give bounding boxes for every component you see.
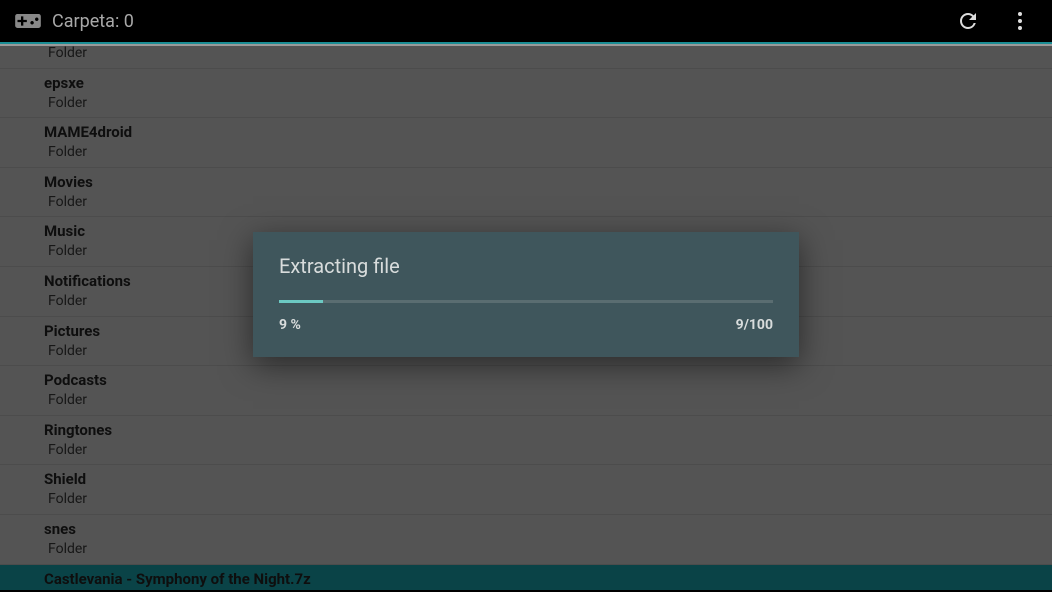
page-title: Carpeta: 0	[52, 11, 956, 32]
item-name: epsxe	[44, 73, 1052, 94]
list-item[interactable]: RingtonesFolder	[0, 416, 1052, 466]
action-bar: Carpeta: 0	[0, 0, 1052, 44]
list-item[interactable]: MAME4droidFolder	[0, 118, 1052, 168]
item-type: Folder	[44, 441, 1052, 461]
list-item[interactable]: MoviesFolder	[0, 168, 1052, 218]
progress-fill	[279, 300, 323, 303]
progress-bar	[279, 300, 773, 303]
refresh-icon[interactable]	[956, 9, 980, 33]
item-name: Shield	[44, 469, 1052, 490]
extracting-dialog: Extracting file 9 % 9/100	[253, 232, 799, 357]
item-name: Castlevania - Symphony of the Night.7z	[44, 569, 1052, 590]
item-name: snes	[44, 519, 1052, 540]
progress-count: 9/100	[736, 317, 773, 333]
item-name: Podcasts	[44, 370, 1052, 391]
list-item[interactable]: Castlevania - Symphony of the Night.7zFi…	[0, 565, 1052, 590]
list-item[interactable]: PodcastsFolder	[0, 366, 1052, 416]
item-name: Ringtones	[44, 420, 1052, 441]
item-type: Folder	[44, 44, 1052, 64]
progress-labels: 9 % 9/100	[279, 317, 773, 333]
item-type: Folder	[44, 143, 1052, 163]
item-type: Folder	[44, 490, 1052, 510]
overflow-menu-icon[interactable]	[1008, 9, 1032, 33]
list-item[interactable]: epsxeFolder	[0, 69, 1052, 119]
list-item[interactable]: snesFolder	[0, 515, 1052, 565]
item-name: Movies	[44, 172, 1052, 193]
item-type: Folder	[44, 391, 1052, 411]
list-item[interactable]: Folder	[0, 44, 1052, 69]
item-type: Folder	[44, 193, 1052, 213]
item-type: Folder	[44, 94, 1052, 114]
item-type: Folder	[44, 540, 1052, 560]
action-icons	[956, 9, 1040, 33]
dialog-title: Extracting file	[279, 254, 773, 278]
item-name: MAME4droid	[44, 122, 1052, 143]
list-item[interactable]: ShieldFolder	[0, 465, 1052, 515]
gamepad-icon	[12, 5, 44, 37]
progress-percent: 9 %	[279, 317, 301, 333]
